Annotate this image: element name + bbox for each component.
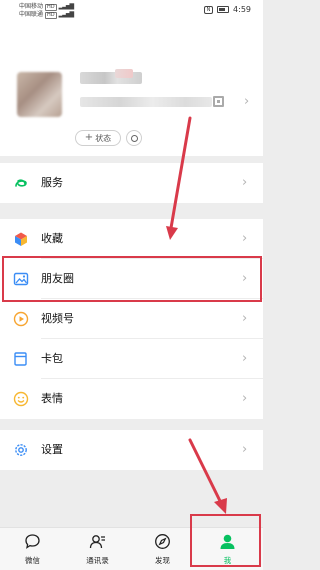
menu-item-label: 视频号	[41, 312, 74, 325]
hd-badge: HD	[45, 3, 57, 11]
tab-discover[interactable]: 发现	[130, 528, 195, 570]
chevron-right-icon: ›	[242, 391, 248, 406]
chevron-right-icon: ›	[244, 94, 250, 109]
clock: 4:59	[233, 5, 251, 14]
profile-header[interactable]: › + 状态	[0, 22, 263, 156]
chevron-right-icon: ›	[242, 442, 248, 457]
tab-label: 微信	[25, 556, 40, 565]
avatar[interactable]	[17, 72, 62, 117]
hd-badge-2: HD	[45, 11, 57, 19]
menu-item-cards[interactable]: 卡包 ›	[0, 339, 263, 379]
qr-code-icon[interactable]	[213, 96, 224, 107]
signal-icon: ▂▃▅▇	[58, 3, 75, 10]
compass-icon	[155, 534, 170, 549]
cube-icon	[15, 232, 27, 246]
chevron-right-icon: ›	[242, 311, 248, 326]
carrier-2: 中国联通 HD ▂▃▅▇	[19, 11, 75, 19]
menu-item-label: 服务	[41, 176, 63, 189]
menu-item-label: 设置	[41, 443, 63, 456]
status-right: N 4:59	[204, 5, 251, 14]
menu-item-settings[interactable]: 设置 ›	[0, 430, 263, 470]
chevron-right-icon: ›	[242, 175, 248, 190]
carrier-info: 中国移动 HD ▂▃▅▇ 中国联通 HD ▂▃▅▇	[19, 3, 75, 19]
play-icon	[13, 311, 29, 327]
status-button-label: 状态	[95, 133, 112, 143]
wallet-icon	[15, 179, 27, 187]
carrier-1-name: 中国移动	[19, 3, 44, 10]
signal-icon-2: ▂▃▅▇	[58, 11, 75, 18]
battery-icon	[217, 6, 230, 13]
status-bar: 中国移动 HD ▂▃▅▇ 中国联通 HD ▂▃▅▇ N 4:59	[0, 0, 263, 22]
menu-item-channels[interactable]: 视频号 ›	[0, 299, 263, 339]
menu-item-favorites[interactable]: 收藏 ›	[0, 219, 263, 259]
menu-item-stickers[interactable]: 表情 ›	[0, 379, 263, 419]
highlight-me-tab-box	[190, 514, 261, 567]
chat-icon	[25, 534, 40, 549]
menu-item-label: 卡包	[41, 352, 63, 365]
highlight-moments-box	[2, 256, 262, 302]
arrow-head-me-tab	[214, 498, 227, 514]
gear-icon	[15, 444, 27, 456]
menu-item-label: 表情	[41, 392, 63, 405]
tab-chats[interactable]: 微信	[0, 528, 65, 570]
tab-contacts[interactable]: 通讯录	[65, 528, 130, 570]
status-button[interactable]: + 状态	[75, 130, 121, 146]
smile-icon	[13, 391, 29, 407]
tab-label: 通讯录	[86, 556, 109, 565]
chevron-right-icon: ›	[242, 231, 248, 246]
friends-status-button[interactable]	[126, 130, 142, 146]
contacts-icon	[89, 535, 105, 549]
circle-icon	[130, 134, 138, 142]
carrier-2-name: 中国联通	[19, 11, 44, 18]
tab-label: 发现	[155, 556, 170, 565]
wechat-id-blurred	[80, 97, 212, 107]
plus-icon: +	[84, 132, 94, 143]
card-icon	[14, 352, 27, 366]
chevron-right-icon: ›	[242, 351, 248, 366]
menu-item-label: 收藏	[41, 232, 63, 245]
nfc-icon: N	[204, 5, 214, 14]
carrier-1: 中国移动 HD ▂▃▅▇	[19, 3, 75, 11]
menu-item-services[interactable]: 服务 ›	[0, 163, 263, 203]
nickname-emoji-blurred	[115, 69, 133, 78]
